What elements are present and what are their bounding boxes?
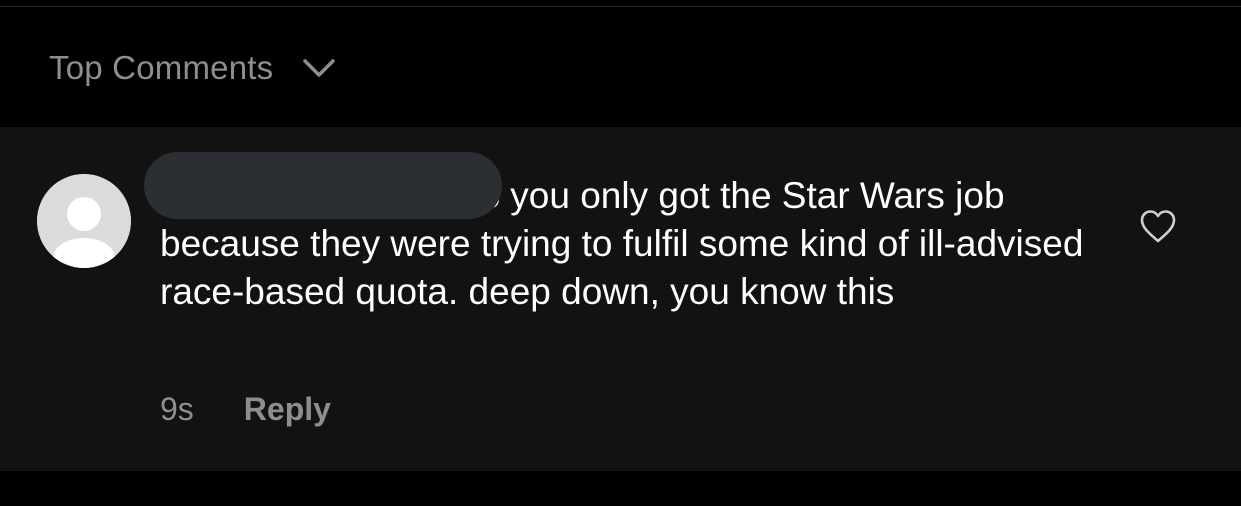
- comment-meta: 9s Reply: [160, 387, 331, 431]
- chevron-down-icon: [301, 56, 337, 80]
- sort-label: Top Comments: [49, 49, 274, 86]
- top-divider: [0, 6, 1241, 7]
- default-avatar-icon[interactable]: [37, 174, 131, 268]
- redacted-username-overlay: [144, 152, 502, 219]
- comment-timestamp: 9s: [160, 390, 194, 427]
- sort-comments-dropdown[interactable]: Top Comments: [49, 46, 337, 90]
- comment-item: 5 you only got the Star Wars job because…: [0, 127, 1241, 471]
- heart-outline-icon[interactable]: [1138, 207, 1178, 247]
- reply-button[interactable]: Reply: [244, 391, 331, 428]
